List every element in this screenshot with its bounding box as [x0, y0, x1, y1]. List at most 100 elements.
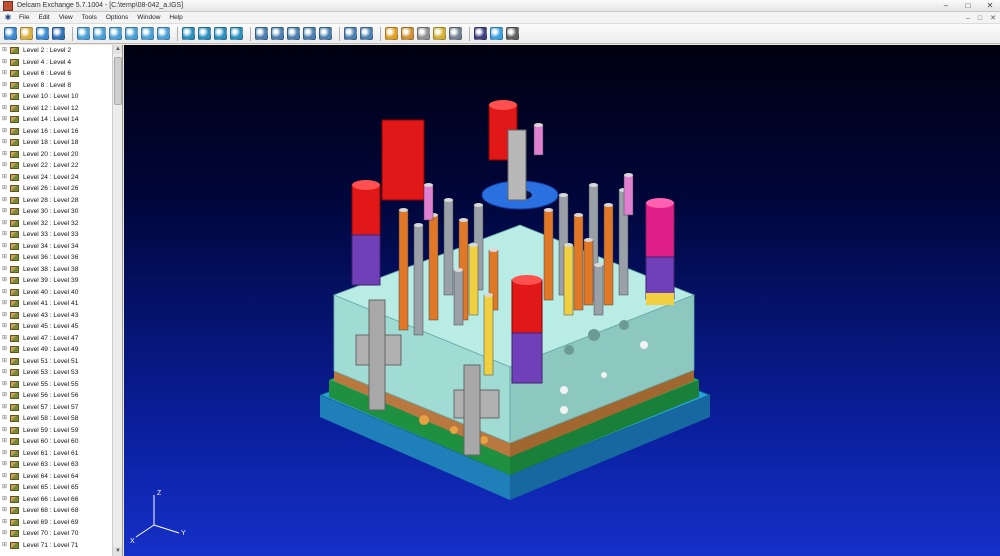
3d-viewport[interactable]: Z Y X	[124, 45, 1000, 556]
expand-icon[interactable]: ⊞	[2, 344, 8, 355]
view-left-icon[interactable]	[109, 27, 122, 40]
tree-item[interactable]: ⊞ Level 47 : Level 47	[0, 333, 113, 345]
tree-item[interactable]: ⊞ Level 39 : Level 39	[0, 275, 113, 287]
tree-item[interactable]: ⊞ Level 30 : Level 30	[0, 206, 113, 218]
menu-tools[interactable]: Tools	[82, 14, 97, 21]
tree-item[interactable]: ⊞ Level 41 : Level 41	[0, 298, 113, 310]
expand-icon[interactable]: ⊞	[2, 379, 8, 390]
iso-view-2-icon[interactable]	[198, 27, 211, 40]
expand-icon[interactable]: ⊞	[2, 448, 8, 459]
tree-item[interactable]: ⊞ Level 34 : Level 34	[0, 241, 113, 253]
expand-icon[interactable]: ⊞	[2, 275, 8, 286]
expand-icon[interactable]: ⊞	[2, 103, 8, 114]
tree-item[interactable]: ⊞ Level 57 : Level 57	[0, 402, 113, 414]
tree-item[interactable]: ⊞ Level 58 : Level 58	[0, 413, 113, 425]
minimize-button[interactable]: –	[940, 0, 952, 12]
globe-icon[interactable]	[490, 27, 503, 40]
expand-icon[interactable]: ⊞	[2, 80, 8, 91]
expand-icon[interactable]: ⊞	[2, 137, 8, 148]
tree-item[interactable]: ⊞ Level 4 : Level 4	[0, 57, 113, 69]
scroll-up-icon[interactable]: ▲	[113, 45, 122, 54]
tree-item[interactable]: ⊞ Level 8 : Level 8	[0, 80, 113, 92]
tree-item[interactable]: ⊞ Level 32 : Level 32	[0, 218, 113, 230]
expand-icon[interactable]: ⊞	[2, 45, 8, 56]
tree-item[interactable]: ⊞ Level 22 : Level 22	[0, 160, 113, 172]
iso-view-1-icon[interactable]	[182, 27, 195, 40]
expand-icon[interactable]: ⊞	[2, 528, 8, 539]
expand-icon[interactable]: ⊞	[2, 321, 8, 332]
wireframe-icon[interactable]	[401, 27, 414, 40]
shade-icon[interactable]	[385, 27, 398, 40]
tree-item[interactable]: ⊞ Level 16 : Level 16	[0, 126, 113, 138]
expand-icon[interactable]: ⊞	[2, 91, 8, 102]
tree-item[interactable]: ⊞ Level 64 : Level 64	[0, 471, 113, 483]
expand-icon[interactable]: ⊞	[2, 517, 8, 528]
tree-item[interactable]: ⊞ Level 65 : Level 65	[0, 482, 113, 494]
tree-item[interactable]: ⊞ Level 45 : Level 45	[0, 321, 113, 333]
expand-icon[interactable]: ⊞	[2, 471, 8, 482]
expand-icon[interactable]: ⊞	[2, 149, 8, 160]
light-icon[interactable]	[433, 27, 446, 40]
tree-item[interactable]: ⊞ Level 24 : Level 24	[0, 172, 113, 184]
expand-icon[interactable]: ⊞	[2, 195, 8, 206]
doc-restore-button[interactable]: □	[978, 15, 982, 22]
tree-item[interactable]: ⊞ Level 43 : Level 43	[0, 310, 113, 322]
iso-view-4-icon[interactable]	[230, 27, 243, 40]
tree-item[interactable]: ⊞ Level 12 : Level 12	[0, 103, 113, 115]
menu-edit[interactable]: Edit	[38, 14, 49, 21]
expand-icon[interactable]: ⊞	[2, 310, 8, 321]
expand-icon[interactable]: ⊞	[2, 459, 8, 470]
expand-icon[interactable]: ⊞	[2, 356, 8, 367]
expand-icon[interactable]: ⊞	[2, 367, 8, 378]
tree-item[interactable]: ⊞ Level 68 : Level 68	[0, 505, 113, 517]
expand-icon[interactable]: ⊞	[2, 264, 8, 275]
tree-item[interactable]: ⊞ Level 26 : Level 26	[0, 183, 113, 195]
tree-item[interactable]: ⊞ Level 69 : Level 69	[0, 517, 113, 529]
expand-icon[interactable]: ⊞	[2, 390, 8, 401]
expand-icon[interactable]: ⊞	[2, 126, 8, 137]
menu-file[interactable]: File	[19, 14, 29, 21]
tree-item[interactable]: ⊞ Level 14 : Level 14	[0, 114, 113, 126]
tree-item[interactable]: ⊞ Level 36 : Level 36	[0, 252, 113, 264]
expand-icon[interactable]: ⊞	[2, 206, 8, 217]
iso-view-3-icon[interactable]	[214, 27, 227, 40]
expand-icon[interactable]: ⊞	[2, 252, 8, 263]
close-button[interactable]: ✕	[984, 0, 996, 12]
tree-item[interactable]: ⊞ Level 6 : Level 6	[0, 68, 113, 80]
tree-item[interactable]: ⊞ Level 51 : Level 51	[0, 356, 113, 368]
tree-item[interactable]: ⊞ Level 53 : Level 53	[0, 367, 113, 379]
expand-icon[interactable]: ⊞	[2, 540, 8, 551]
zoom-extents-icon[interactable]	[344, 27, 357, 40]
expand-icon[interactable]: ⊞	[2, 436, 8, 447]
zoom-out-icon[interactable]	[271, 27, 284, 40]
select-icon[interactable]	[449, 27, 462, 40]
expand-icon[interactable]: ⊞	[2, 183, 8, 194]
menu-view[interactable]: View	[59, 14, 73, 21]
tree-item[interactable]: ⊞ Level 20 : Level 20	[0, 149, 113, 161]
tree-item[interactable]: ⊞ Level 28 : Level 28	[0, 195, 113, 207]
tree-item[interactable]: ⊞ Level 70 : Level 70	[0, 528, 113, 540]
view-front-icon[interactable]	[77, 27, 90, 40]
expand-icon[interactable]: ⊞	[2, 229, 8, 240]
expand-icon[interactable]: ⊞	[2, 494, 8, 505]
save-icon[interactable]	[52, 27, 65, 40]
layers-icon[interactable]	[474, 27, 487, 40]
expand-icon[interactable]: ⊞	[2, 413, 8, 424]
menu-help[interactable]: Help	[169, 14, 182, 21]
expand-icon[interactable]: ⊞	[2, 287, 8, 298]
tree-item[interactable]: ⊞ Level 61 : Level 61	[0, 448, 113, 460]
dropdown-icon[interactable]	[506, 27, 519, 40]
expand-icon[interactable]: ⊞	[2, 172, 8, 183]
doc-close-button[interactable]: ✕	[990, 14, 996, 22]
expand-icon[interactable]: ⊞	[2, 298, 8, 309]
scroll-down-icon[interactable]: ▼	[113, 547, 122, 556]
expand-icon[interactable]: ⊞	[2, 505, 8, 516]
tree-item[interactable]: ⊞ Level 71 : Level 71	[0, 540, 113, 552]
zoom-in-icon[interactable]	[255, 27, 268, 40]
view-right-icon[interactable]	[125, 27, 138, 40]
zoom-fit-icon[interactable]	[303, 27, 316, 40]
tree-item[interactable]: ⊞ Level 40 : Level 40	[0, 287, 113, 299]
expand-icon[interactable]: ⊞	[2, 57, 8, 68]
view-back-icon[interactable]	[93, 27, 106, 40]
tree-item[interactable]: ⊞ Level 38 : Level 38	[0, 264, 113, 276]
